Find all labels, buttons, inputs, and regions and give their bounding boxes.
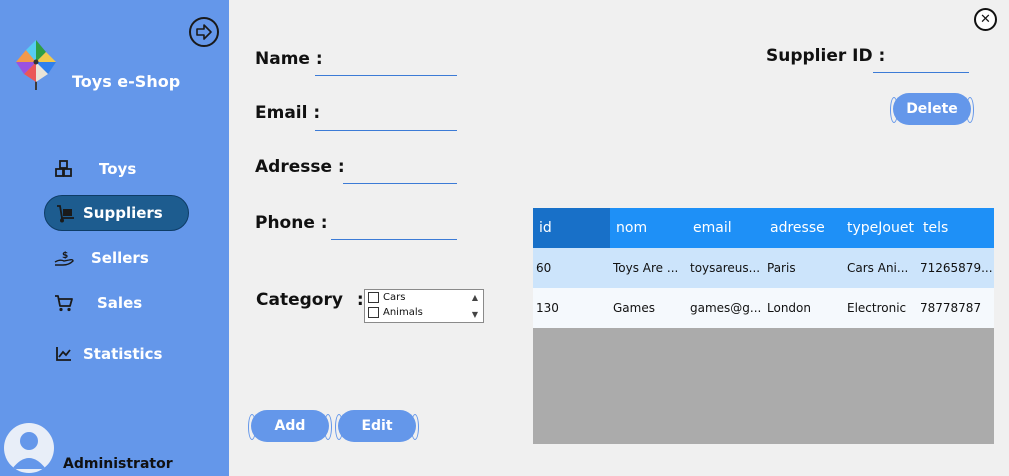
email-label: Email : — [255, 103, 321, 123]
phone-input[interactable] — [331, 218, 457, 240]
edit-button[interactable]: Edit — [335, 410, 419, 442]
hand-truck-icon — [55, 205, 75, 223]
table-row[interactable]: 130 Games games@g... London Electronic 7… — [533, 288, 994, 328]
nav-item-sales[interactable]: Sales — [44, 285, 189, 321]
table-header: id nom email adresse typeJouet tels — [533, 208, 994, 248]
table-cell[interactable]: toysareus... — [690, 248, 764, 288]
category-option-label: Cars — [383, 292, 406, 303]
address-input[interactable] — [343, 162, 457, 184]
checklist-scrollbar[interactable]: ▲ ▼ — [468, 291, 482, 321]
checkbox[interactable] — [368, 292, 379, 303]
table-cell[interactable]: Games — [613, 288, 687, 328]
nav-item-toys[interactable]: Toys — [44, 151, 189, 187]
nav-item-suppliers[interactable]: Suppliers — [44, 195, 189, 231]
category-label-text: Category — [256, 290, 343, 310]
table-cell[interactable]: 130 — [536, 288, 610, 328]
suppliers-window: Toys e-Shop Toys Suppliers $ Sellers Sal… — [0, 0, 1009, 476]
hand-money-icon: $ — [54, 249, 74, 267]
pinwheel-logo-icon — [14, 38, 58, 90]
category-colon: : — [356, 290, 364, 310]
brand-title: Toys e-Shop — [72, 72, 181, 91]
scroll-up-icon[interactable]: ▲ — [470, 292, 480, 302]
supplier-id-label: Supplier ID : — [766, 46, 886, 66]
logout-icon[interactable] — [189, 17, 219, 47]
sidebar: Toys e-Shop Toys Suppliers $ Sellers Sal… — [0, 0, 229, 476]
suppliers-table[interactable]: id nom email adresse typeJouet tels 60 T… — [533, 208, 994, 444]
column-header-email[interactable]: email — [687, 208, 764, 248]
nav-item-sellers[interactable]: $ Sellers — [44, 240, 189, 276]
nav-label-suppliers: Suppliers — [83, 204, 163, 222]
category-option-label: Animals — [383, 307, 423, 318]
table-cell[interactable]: Electronic — [847, 288, 919, 328]
column-header-id[interactable]: id — [533, 208, 610, 248]
table-cell[interactable]: 71265879... — [920, 248, 994, 288]
table-row[interactable]: 60 Toys Are ... toysareus... Paris Cars … — [533, 248, 994, 288]
column-header-nom[interactable]: nom — [610, 208, 687, 248]
address-label: Adresse : — [255, 157, 345, 177]
svg-text:$: $ — [62, 251, 68, 261]
column-header-adresse[interactable]: adresse — [764, 208, 841, 248]
table-cell[interactable]: Cars Ani... — [847, 248, 919, 288]
cart-icon — [54, 294, 74, 312]
category-option-animals[interactable]: Animals — [368, 307, 423, 318]
table-cell[interactable]: games@g... — [690, 288, 764, 328]
nav-label-sellers: Sellers — [91, 249, 149, 267]
column-header-tels[interactable]: tels — [918, 208, 994, 248]
close-icon: ✕ — [980, 12, 991, 27]
table-cell[interactable]: London — [767, 288, 841, 328]
name-label: Name : — [255, 49, 323, 69]
nav-label-sales: Sales — [97, 294, 143, 312]
scroll-down-icon[interactable]: ▼ — [470, 309, 480, 319]
email-input[interactable] — [315, 109, 457, 131]
column-header-typejouet[interactable]: typeJouet — [841, 208, 918, 248]
table-cell[interactable]: Toys Are ... — [613, 248, 687, 288]
add-button[interactable]: Add — [248, 410, 332, 442]
user-avatar-icon[interactable] — [4, 423, 54, 473]
name-input[interactable] — [315, 54, 457, 76]
nav-label-statistics: Statistics — [83, 345, 163, 363]
phone-label: Phone : — [255, 213, 328, 233]
category-option-cars[interactable]: Cars — [368, 292, 405, 303]
category-label: Category : — [256, 290, 364, 310]
nav-label-toys: Toys — [99, 160, 137, 178]
supplier-id-input[interactable] — [873, 51, 969, 73]
table-cell[interactable]: 60 — [536, 248, 610, 288]
delete-button[interactable]: Delete — [890, 93, 974, 125]
table-cell[interactable]: 78778787 — [920, 288, 994, 328]
chart-icon — [54, 345, 74, 363]
category-checklist[interactable]: Cars Animals ▲ ▼ — [364, 289, 484, 323]
close-button[interactable]: ✕ — [974, 8, 997, 31]
table-cell[interactable]: Paris — [767, 248, 841, 288]
boxes-icon — [54, 160, 74, 178]
checkbox[interactable] — [368, 307, 379, 318]
user-name: Administrator — [63, 456, 173, 472]
nav-item-statistics[interactable]: Statistics — [44, 336, 189, 372]
